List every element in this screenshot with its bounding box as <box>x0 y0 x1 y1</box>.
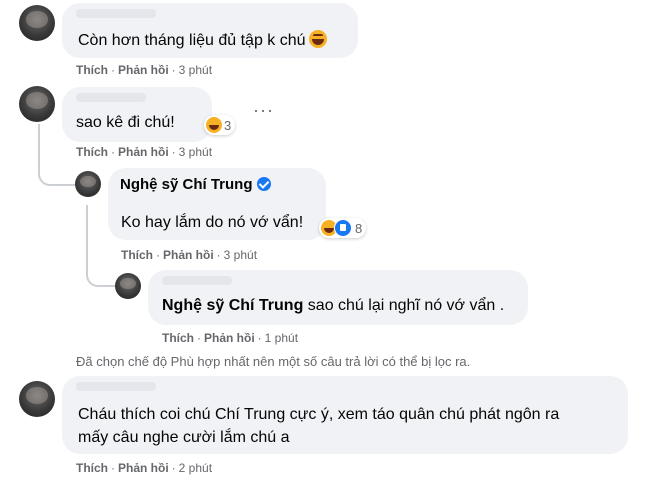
commenter-name-redacted[interactable] <box>76 93 146 102</box>
comment-actions: Thích · Phản hồi · 2 phút <box>76 461 213 475</box>
avatar[interactable] <box>75 171 101 197</box>
comment-actions: Thích · Phản hồi · 3 phút <box>121 248 258 262</box>
commenter-name: Nghệ sỹ Chí Trung <box>120 176 271 194</box>
reply-link[interactable]: Phản hồi <box>118 145 169 159</box>
comment-text: Ko hay lắm do nó vớ vẩn! <box>121 214 304 231</box>
verified-badge-icon <box>256 177 271 191</box>
like-reaction-icon <box>334 219 352 237</box>
like-link[interactable]: Thích <box>76 145 108 159</box>
author-name-link[interactable]: Nghệ sỹ Chí Trung <box>120 176 253 193</box>
commenter-name-redacted[interactable] <box>76 382 156 391</box>
reaction-count[interactable]: 8 <box>319 218 367 238</box>
filter-notice: Đã chọn chế độ Phù hợp nhất nên một số c… <box>76 354 471 369</box>
comment-actions: Thích · Phản hồi · 1 phút <box>162 331 299 345</box>
more-options-icon[interactable]: ··· <box>253 100 274 121</box>
commenter-name-redacted[interactable] <box>162 276 232 285</box>
haha-reaction-icon <box>206 117 222 133</box>
squinting-laughing-emoji <box>308 30 327 48</box>
comment-time[interactable]: 3 phút <box>179 145 212 159</box>
mentioned-user-link[interactable]: Nghệ sỹ Chí Trung <box>162 297 303 314</box>
like-link[interactable]: Thích <box>162 331 194 345</box>
like-link[interactable]: Thích <box>76 461 108 475</box>
avatar[interactable] <box>115 273 141 299</box>
like-link[interactable]: Thích <box>121 248 153 262</box>
comment-time[interactable]: 2 phút <box>179 461 212 475</box>
comment-text: Còn hơn tháng liệu đủ tập k chú <box>78 30 327 50</box>
reaction-count[interactable]: 3 <box>204 115 236 135</box>
avatar[interactable] <box>19 86 55 122</box>
comment-text: mấy câu nghe cười lắm chú a <box>78 429 290 446</box>
like-link[interactable]: Thích <box>76 63 108 77</box>
comment-time[interactable]: 1 phút <box>265 331 298 345</box>
avatar[interactable] <box>19 5 55 41</box>
comment-actions: Thích · Phản hồi · 3 phút <box>76 63 213 77</box>
comment-text: sao kê đi chú! <box>76 114 175 131</box>
commenter-name-redacted[interactable] <box>76 9 156 18</box>
reply-link[interactable]: Phản hồi <box>204 331 255 345</box>
comment-actions: Thích · Phản hồi · 3 phút <box>76 145 213 159</box>
comment-time[interactable]: 3 phút <box>224 248 257 262</box>
avatar[interactable] <box>19 381 55 417</box>
reply-link[interactable]: Phản hồi <box>163 248 214 262</box>
reply-link[interactable]: Phản hồi <box>118 461 169 475</box>
comment-text: Nghệ sỹ Chí Trung sao chú lại nghĩ nó vớ… <box>162 297 505 314</box>
comment-time[interactable]: 3 phút <box>179 63 212 77</box>
reply-link[interactable]: Phản hồi <box>118 63 169 77</box>
comment-text: Cháu thích coi chú Chí Trung cực ý, xem … <box>78 406 560 423</box>
